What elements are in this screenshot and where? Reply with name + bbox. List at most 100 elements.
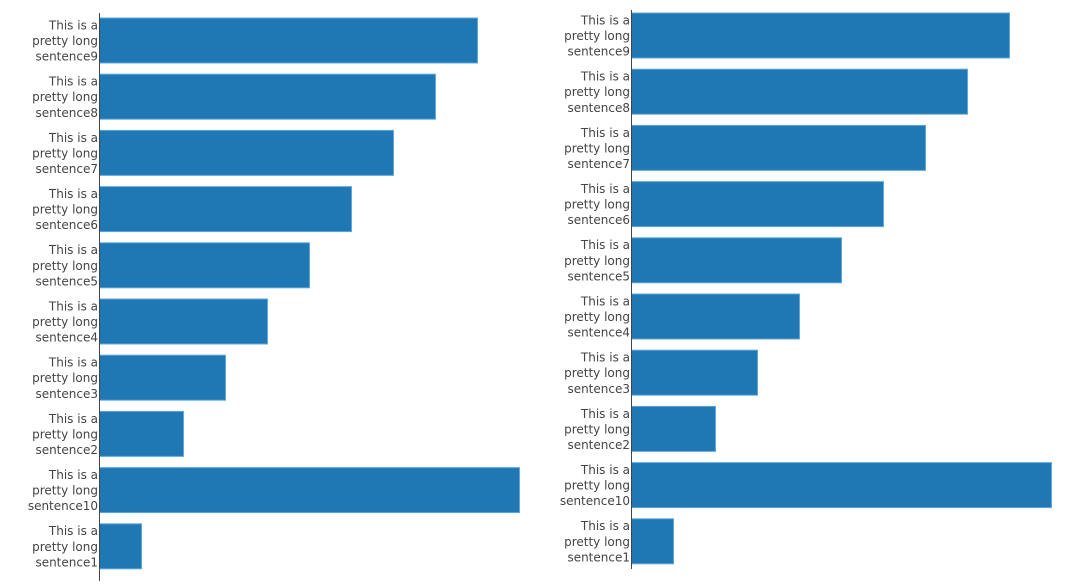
y-tick-label: This is a pretty long sentence6	[32, 187, 98, 232]
left-bar-chart: This is a pretty long sentence9This is a pr…	[28, 13, 520, 581]
y-tick-label-line: sentence4	[567, 326, 630, 340]
y-tick-label-line: pretty long	[564, 535, 630, 549]
bar-this-is-a-pretty-long-sentence8[interactable]	[99, 73, 436, 120]
y-tick-label-line: pretty long	[32, 484, 98, 498]
y-tick-label-line: pretty long	[564, 479, 630, 493]
y-tick-label-line: pretty long	[32, 540, 98, 554]
y-tick-label: This is a pretty long sentence2	[32, 412, 98, 457]
y-tick-label-line: sentence6	[567, 213, 630, 227]
y-tick-label-line: This is a	[580, 13, 630, 27]
y-tick-label-line: sentence6	[35, 218, 98, 232]
bar-this-is-a-pretty-long-sentence1[interactable]	[631, 518, 674, 565]
y-tick-label-line: This is a	[48, 524, 98, 538]
bar-this-is-a-pretty-long-sentence9[interactable]	[99, 17, 478, 64]
y-tick-label-line: This is a	[48, 412, 98, 426]
y-tick-label-line: This is a	[580, 351, 630, 365]
y-tick-label-line: sentence2	[35, 443, 98, 457]
y-tick-label: This is a pretty long sentence7	[32, 131, 98, 176]
y-tick-label-line: This is a	[48, 299, 98, 313]
y-tick-label-line: sentence9	[35, 50, 98, 64]
y-tick-label-line: pretty long	[32, 34, 98, 48]
bar-this-is-a-pretty-long-sentence4[interactable]	[99, 298, 268, 345]
bar-this-is-a-pretty-long-sentence7[interactable]	[99, 129, 394, 176]
y-tick-label: This is a pretty long sentence10	[28, 468, 98, 513]
y-tick-label-line: sentence5	[567, 269, 630, 283]
y-tick-label-line: pretty long	[564, 85, 630, 99]
y-tick-label: This is a pretty long sentence2	[564, 407, 630, 452]
y-tick-label-line: pretty long	[32, 90, 98, 104]
y-tick-label-line: pretty long	[564, 141, 630, 155]
y-tick-label-line: This is a	[48, 468, 98, 482]
y-tick-label-line: sentence2	[567, 438, 630, 452]
y-tick-label-line: This is a	[580, 463, 630, 477]
y-tick-label-line: sentence10	[560, 494, 630, 508]
bar-this-is-a-pretty-long-sentence9[interactable]	[631, 12, 1010, 59]
y-tick-label: This is a pretty long sentence9	[32, 18, 98, 63]
y-tick-label-line: sentence1	[35, 555, 98, 569]
y-tick-label: This is a pretty long sentence5	[32, 243, 98, 288]
bar-this-is-a-pretty-long-sentence2[interactable]	[631, 405, 716, 452]
y-tick-label-line: sentence8	[567, 101, 630, 115]
bar-this-is-a-pretty-long-sentence4[interactable]	[631, 293, 800, 340]
y-tick-label-line: sentence7	[35, 162, 98, 176]
y-tick-label: This is a pretty long sentence1	[32, 524, 98, 569]
y-tick-label-line: sentence7	[567, 157, 630, 171]
y-tick-label-line: This is a	[48, 75, 98, 89]
y-tick-label-line: This is a	[580, 407, 630, 421]
y-tick-label-line: This is a	[580, 519, 630, 533]
y-tick-label: This is a pretty long sentence5	[564, 238, 630, 283]
bar-this-is-a-pretty-long-sentence3[interactable]	[99, 354, 226, 401]
y-tick-label-line: sentence4	[35, 331, 98, 345]
right-bar-chart: This is a pretty long sentence9This is a pr…	[560, 10, 1052, 569]
y-tick-label-line: pretty long	[32, 371, 98, 385]
y-tick-label: This is a pretty long sentence9	[564, 13, 630, 58]
y-tick-label-line: pretty long	[32, 315, 98, 329]
y-tick-label: This is a pretty long sentence3	[32, 356, 98, 401]
y-tick-label-line: pretty long	[32, 203, 98, 217]
y-tick-label-line: sentence9	[567, 45, 630, 59]
y-tick-label: This is a pretty long sentence3	[564, 351, 630, 396]
y-tick-label-line: sentence8	[35, 106, 98, 120]
y-tick-label-line: This is a	[48, 187, 98, 201]
y-tick-label-line: This is a	[580, 126, 630, 140]
y-tick-label-line: This is a	[48, 131, 98, 145]
y-tick-label: This is a pretty long sentence8	[564, 70, 630, 115]
bar-this-is-a-pretty-long-sentence6[interactable]	[99, 186, 352, 233]
y-tick-label-line: pretty long	[32, 146, 98, 160]
bar-this-is-a-pretty-long-sentence10[interactable]	[99, 467, 520, 514]
bar-this-is-a-pretty-long-sentence3[interactable]	[631, 349, 758, 396]
bar-this-is-a-pretty-long-sentence8[interactable]	[631, 68, 968, 115]
bar-this-is-a-pretty-long-sentence7[interactable]	[631, 124, 926, 171]
y-tick-label-line: pretty long	[564, 254, 630, 268]
bar-this-is-a-pretty-long-sentence5[interactable]	[631, 237, 842, 284]
y-tick-label-line: pretty long	[564, 366, 630, 380]
y-tick-label-line: sentence3	[567, 382, 630, 396]
y-tick-label-line: This is a	[48, 356, 98, 370]
y-tick-label: This is a pretty long sentence1	[564, 519, 630, 564]
y-tick-label-line: sentence5	[35, 274, 98, 288]
bar-this-is-a-pretty-long-sentence6[interactable]	[631, 181, 884, 228]
y-tick-label-line: pretty long	[32, 427, 98, 441]
bar-this-is-a-pretty-long-sentence2[interactable]	[99, 410, 184, 457]
y-tick-label-line: This is a	[48, 243, 98, 257]
y-tick-label-line: pretty long	[32, 259, 98, 273]
bar-this-is-a-pretty-long-sentence1[interactable]	[99, 523, 142, 570]
y-tick-label-line: pretty long	[564, 422, 630, 436]
y-tick-label-line: This is a	[580, 238, 630, 252]
y-tick-label-line: This is a	[580, 182, 630, 196]
y-tick-label: This is a pretty long sentence8	[32, 75, 98, 120]
y-tick-label: This is a pretty long sentence4	[32, 299, 98, 344]
y-tick-label-line: pretty long	[564, 310, 630, 324]
bar-this-is-a-pretty-long-sentence10[interactable]	[631, 462, 1052, 509]
chart-canvas: This is a pretty long sentence9This is a pr…	[28, 10, 1052, 581]
y-tick-label-line: This is a	[580, 70, 630, 84]
y-tick-label: This is a pretty long sentence10	[560, 463, 630, 508]
y-tick-label: This is a pretty long sentence6	[564, 182, 630, 227]
bar-this-is-a-pretty-long-sentence5[interactable]	[99, 242, 310, 289]
y-tick-label-line: sentence3	[35, 387, 98, 401]
y-tick-label: This is a pretty long sentence7	[564, 126, 630, 171]
y-tick-label-line: sentence10	[28, 499, 98, 513]
y-tick-label-line: pretty long	[564, 198, 630, 212]
y-tick-label: This is a pretty long sentence4	[564, 294, 630, 339]
y-tick-label-line: pretty long	[564, 29, 630, 43]
